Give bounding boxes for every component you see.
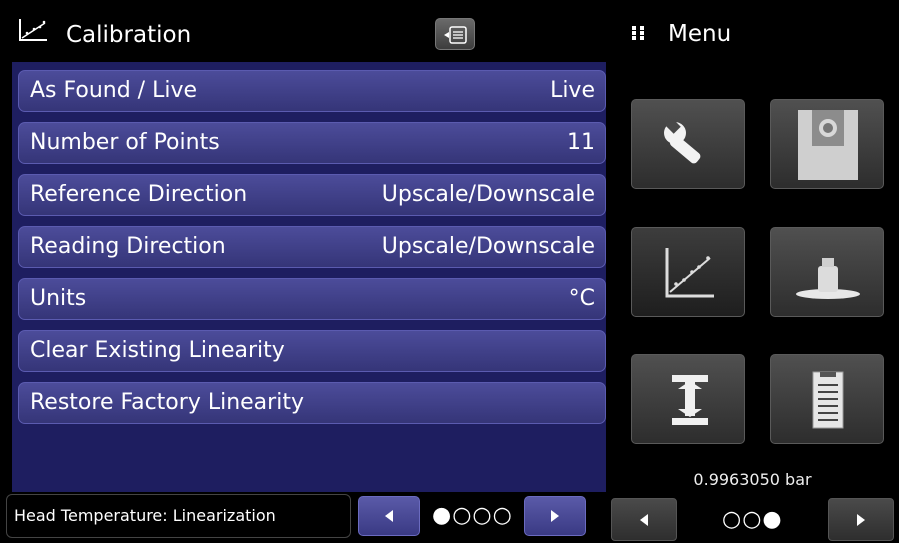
menu-title: Menu <box>668 21 732 47</box>
leak-test-tile[interactable] <box>631 354 745 444</box>
sensor-module-icon <box>798 110 858 180</box>
page-title: Calibration <box>66 22 192 48</box>
page-indicator: ●○○○ <box>432 503 513 528</box>
keyboard-button[interactable] <box>435 18 475 50</box>
row-value: Live <box>550 78 595 103</box>
row-label: Reference Direction <box>30 182 248 207</box>
reference-direction-row[interactable]: Reference Direction Upscale/Downscale <box>18 174 606 216</box>
arrow-right-icon <box>551 510 559 522</box>
wrench-icon <box>664 120 701 164</box>
row-label: Units <box>30 286 87 311</box>
document-icon <box>812 371 844 429</box>
calibration-header: Calibration <box>0 0 606 62</box>
document-tile[interactable] <box>770 354 884 444</box>
arrow-left-icon <box>385 510 393 522</box>
sensor-tile[interactable] <box>770 99 884 189</box>
weight-icon <box>796 258 860 299</box>
number-of-points-row[interactable]: Number of Points 11 <box>18 122 606 164</box>
restore-factory-linearity-button[interactable]: Restore Factory Linearity <box>18 382 606 424</box>
calibration-tile[interactable] <box>631 227 745 317</box>
row-label: Clear Existing Linearity <box>30 338 285 363</box>
units-row[interactable]: Units °C <box>18 278 606 320</box>
linearity-chart-icon <box>665 248 714 298</box>
calibration-panel: As Found / Live Live Number of Points 11… <box>12 62 606 492</box>
menu-page-indicator: ○○● <box>722 507 783 532</box>
next-page-button[interactable] <box>524 496 586 536</box>
row-label: Number of Points <box>30 130 220 155</box>
arrow-left-icon <box>640 514 648 526</box>
row-label: Reading Direction <box>30 234 226 259</box>
menu-prev-button[interactable] <box>611 498 677 541</box>
grip-icon <box>632 26 644 40</box>
pressure-reading: 0.9963050 bar <box>693 470 812 489</box>
settings-tile[interactable] <box>631 99 745 189</box>
reading-direction-row[interactable]: Reading Direction Upscale/Downscale <box>18 226 606 268</box>
row-value: Upscale/Downscale <box>381 234 595 259</box>
row-value: Upscale/Downscale <box>381 182 595 207</box>
row-label: Restore Factory Linearity <box>30 390 304 415</box>
leak-test-icon <box>672 375 708 425</box>
keyboard-icon <box>444 26 467 44</box>
menu-header: Menu <box>606 0 899 62</box>
menu-next-button[interactable] <box>828 498 894 541</box>
weight-tile[interactable] <box>770 227 884 317</box>
status-label: Head Temperature: Linearization <box>6 494 351 538</box>
row-value: 11 <box>567 130 595 155</box>
row-label: As Found / Live <box>30 78 198 103</box>
linearity-chart-icon <box>19 19 47 41</box>
row-value: °C <box>568 286 595 311</box>
arrow-right-icon <box>857 514 865 526</box>
prev-page-button[interactable] <box>358 496 420 536</box>
as-found-live-row[interactable]: As Found / Live Live <box>18 70 606 112</box>
clear-existing-linearity-button[interactable]: Clear Existing Linearity <box>18 330 606 372</box>
